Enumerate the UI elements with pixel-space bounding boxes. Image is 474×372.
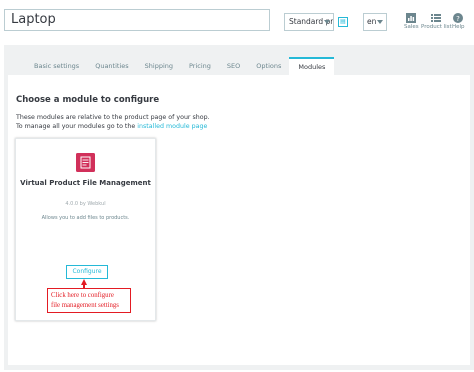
svg-text:?: ? (456, 15, 460, 23)
tab-modules[interactable]: Modules (289, 57, 335, 75)
description-prefix: To manage all your modules go to the (16, 123, 138, 130)
modules-panel: Choose a module to configure These modul… (8, 75, 470, 365)
chart-icon (406, 13, 417, 23)
callout-line-1: Click here to configure (51, 292, 114, 299)
tab-bar: Basic settings Quantities Shipping Prici… (26, 57, 335, 75)
product-name-input[interactable]: Laptop (4, 9, 270, 31)
language-select[interactable]: en (363, 13, 387, 31)
module-icon (76, 153, 95, 172)
configure-button[interactable]: Configure (66, 265, 108, 279)
tab-options[interactable]: Options (248, 57, 289, 75)
panel-title: Choose a module to configure (16, 95, 160, 105)
description-line-1: These modules are relative to the produc… (16, 114, 210, 121)
callout-line-2: file management settings (51, 301, 119, 309)
product-list-link[interactable]: Product list (421, 13, 452, 30)
language-value: en (367, 17, 377, 26)
chevron-down-icon (324, 20, 330, 24)
panel-description: These modules are relative to the produc… (16, 113, 210, 131)
tab-basic-settings[interactable]: Basic settings (26, 57, 87, 75)
tab-seo[interactable]: SEO (219, 57, 248, 75)
module-version: 4.0.0 by Webkul (65, 201, 106, 207)
product-list-label: Product list (421, 24, 452, 30)
module-card: Virtual Product File Management 4.0.0 by… (15, 138, 156, 321)
help-icon[interactable]: ▤ (338, 17, 348, 27)
tab-quantities[interactable]: Quantities (87, 57, 136, 75)
help-icon: ? (453, 13, 464, 23)
module-name: Virtual Product File Management (20, 179, 151, 187)
tab-pricing[interactable]: Pricing (181, 57, 219, 75)
chevron-down-icon (377, 20, 383, 24)
list-icon (431, 14, 442, 22)
product-type-select[interactable]: Standard pr (284, 13, 334, 31)
installed-module-page-link[interactable]: installed module page (137, 123, 207, 130)
annotation-callout: Click here to configure file management … (47, 288, 131, 313)
tabs-area: Basic settings Quantities Shipping Prici… (4, 45, 474, 370)
tab-shipping[interactable]: Shipping (137, 57, 181, 75)
help-label: Help (452, 24, 465, 30)
help-link[interactable]: ? Help (452, 13, 465, 30)
sales-label: Sales (404, 24, 419, 30)
sales-link[interactable]: Sales (404, 13, 419, 30)
module-description: Allows you to add files to products. (41, 215, 130, 221)
description-line-2: To manage all your modules go to the ins… (16, 122, 210, 131)
